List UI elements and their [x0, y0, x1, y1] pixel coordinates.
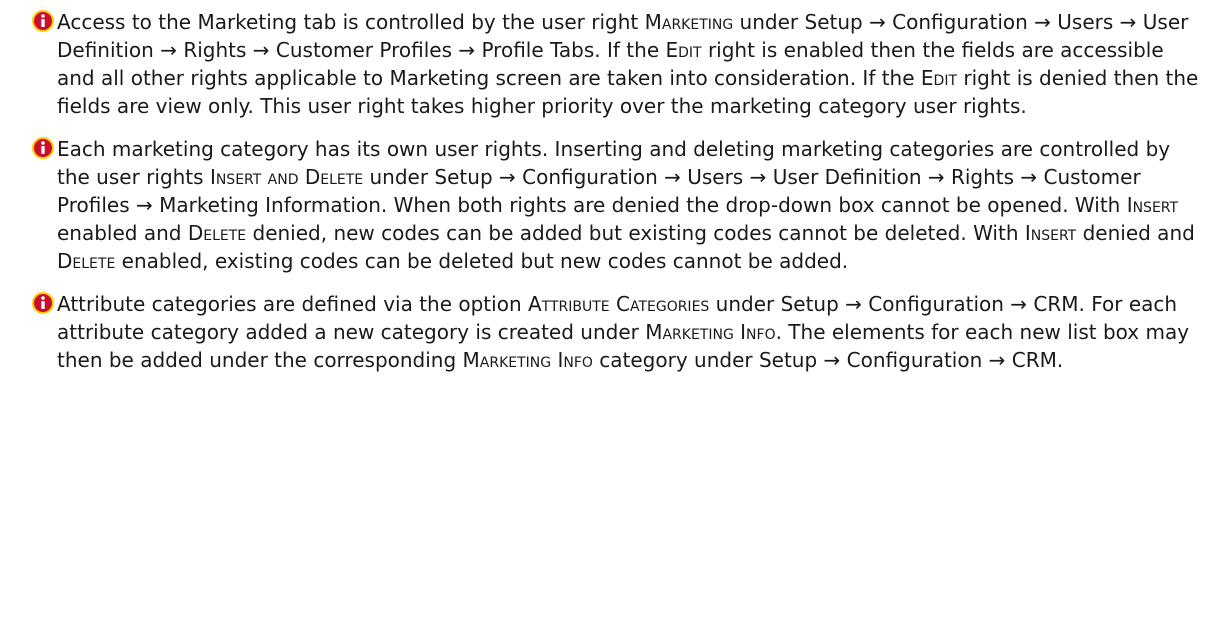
note-text: Access to the Marketing tab is controlle…	[57, 10, 1199, 118]
note-text: Attribute categories are defined via the…	[57, 292, 1190, 372]
info-note-access: Access to the Marketing tab is controlle…	[4, 8, 1206, 120]
info-note-attributes: Attribute categories are defined via the…	[4, 290, 1206, 374]
help-page: Access to the Marketing tab is controlle…	[0, 0, 1222, 628]
info-icon	[32, 292, 54, 314]
info-icon	[32, 10, 54, 32]
note-text: Each marketing category has its own user…	[57, 137, 1195, 273]
info-note-categories: Each marketing category has its own user…	[4, 135, 1206, 275]
info-icon	[32, 137, 54, 159]
